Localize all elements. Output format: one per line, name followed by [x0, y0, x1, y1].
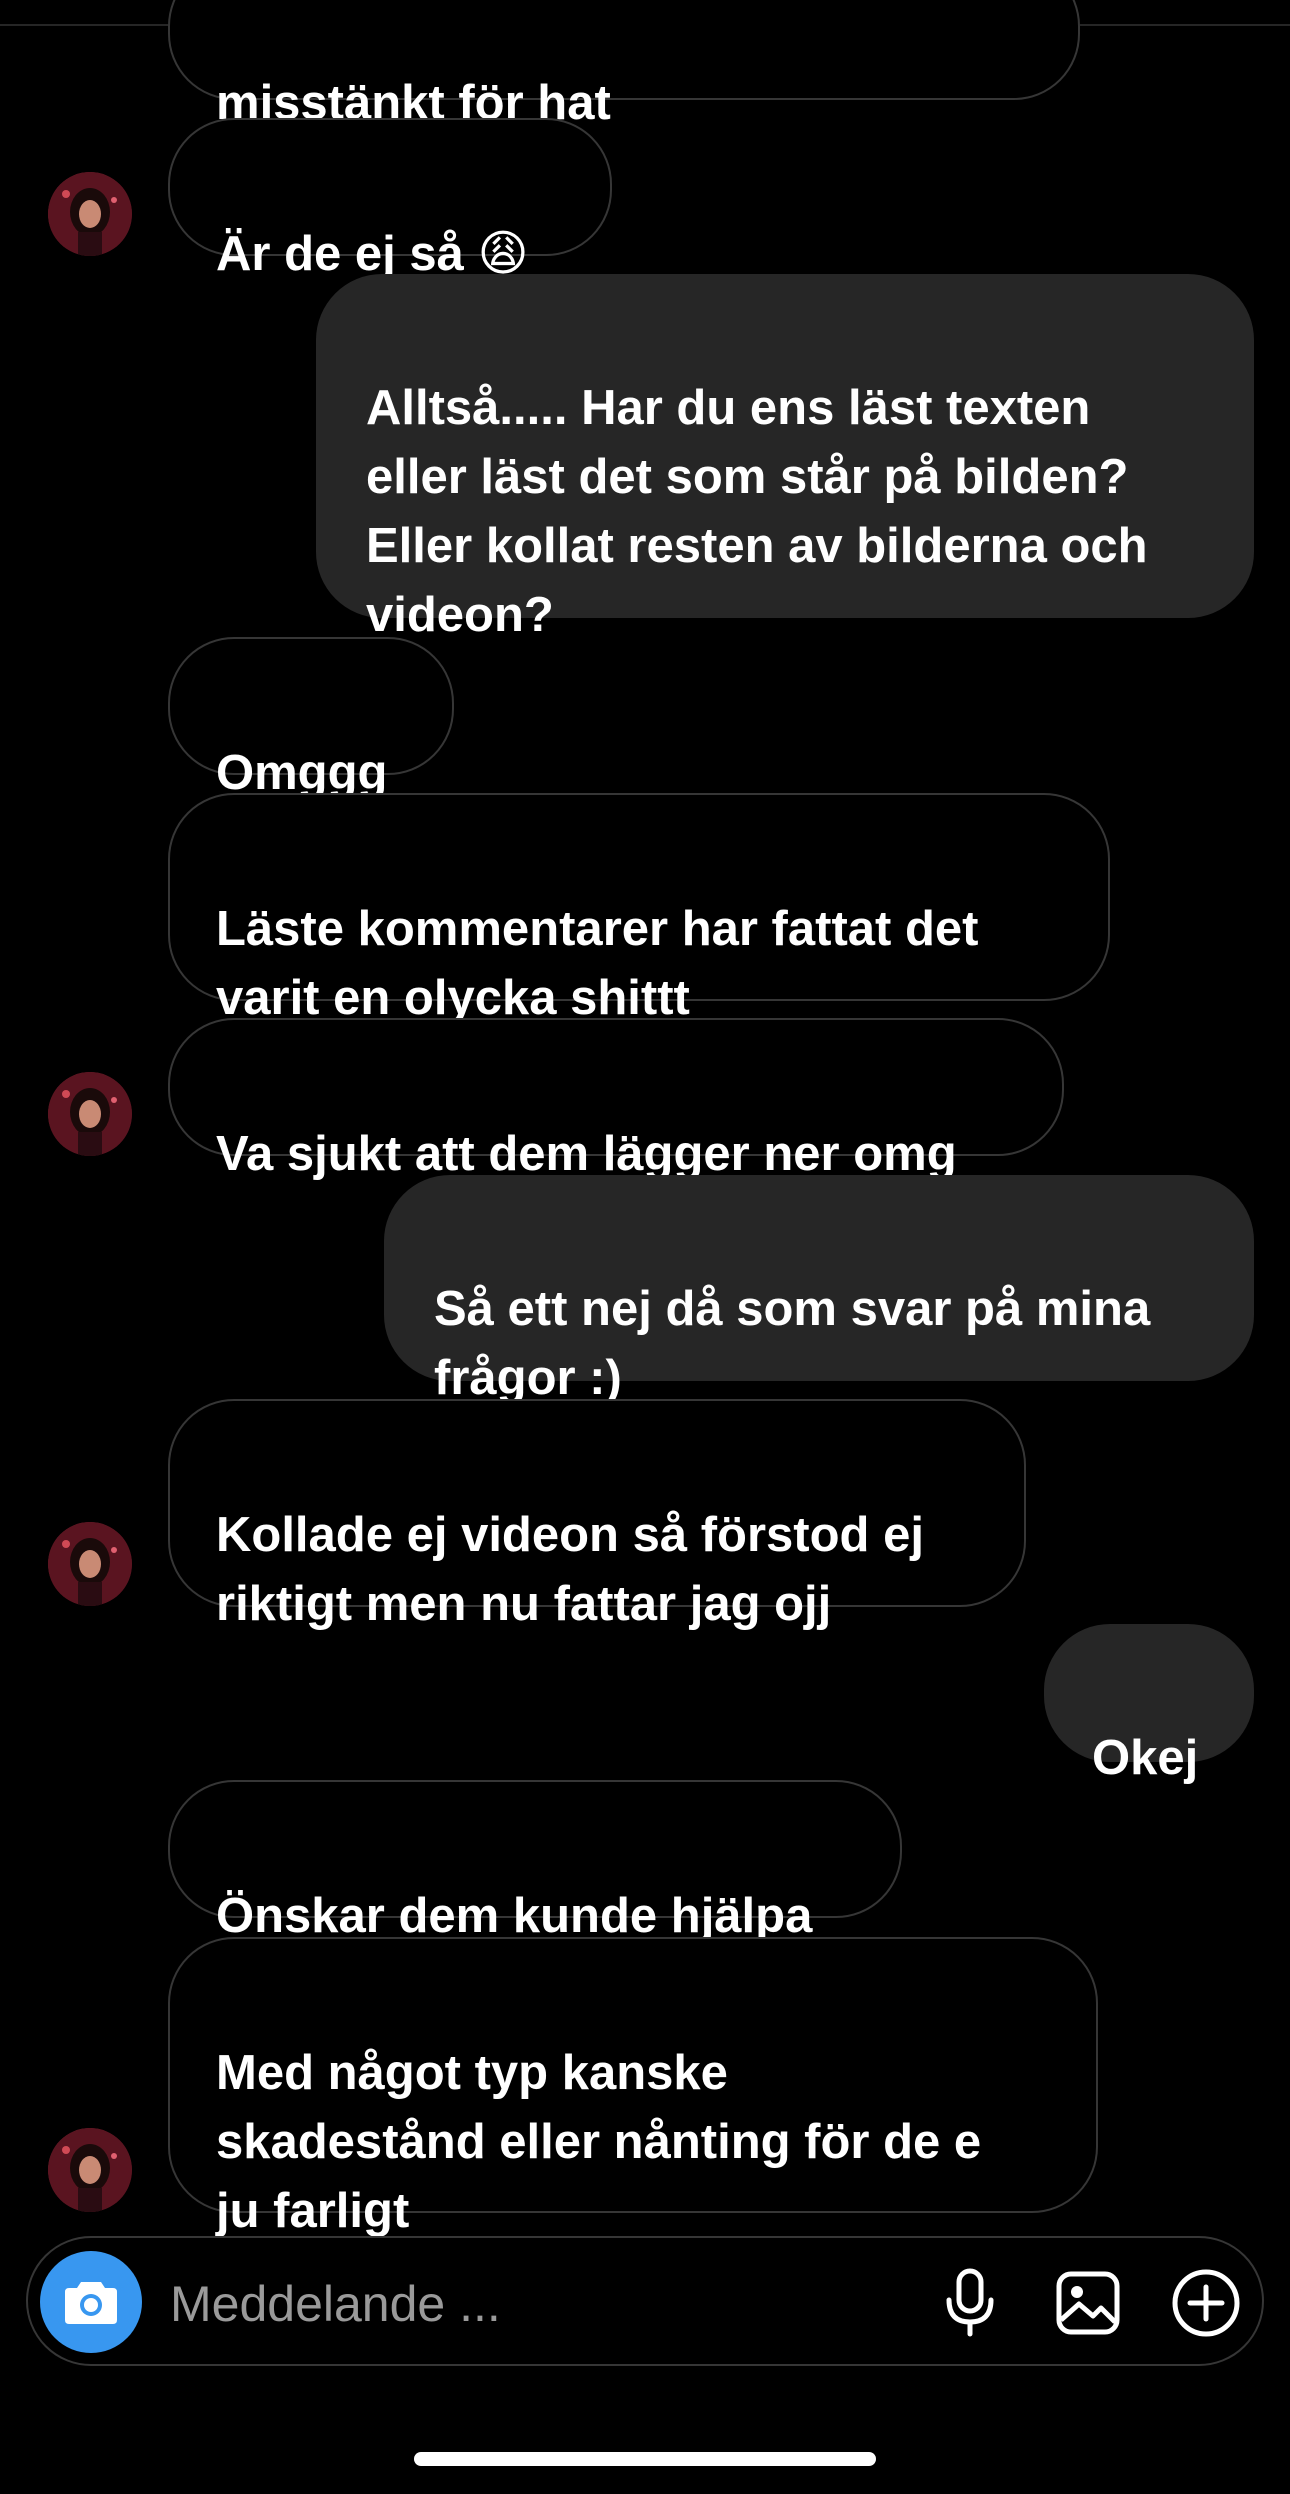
message-text: Med något typ kanske skadestånd eller nå… [216, 2046, 982, 2238]
message-incoming[interactable]: Läste kommentarer har fattat det varit e… [168, 793, 1110, 1025]
message-incoming[interactable]: misstänkt för hat [168, 0, 1080, 130]
message-incoming[interactable]: Önskar dem kunde hjälpa [168, 1780, 902, 1943]
gallery-icon [1056, 2271, 1120, 2335]
message-text: Önskar dem kunde hjälpa [216, 1889, 813, 1943]
avatar-image [48, 1522, 132, 1606]
message-text: Läste kommentarer har fattat det varit e… [216, 902, 979, 1025]
contact-avatar[interactable] [48, 1522, 132, 1606]
avatar-image [48, 172, 132, 256]
contact-avatar[interactable] [48, 2128, 132, 2212]
message-incoming[interactable]: Är de ej så 😩 [168, 118, 612, 281]
contact-avatar[interactable] [48, 172, 132, 256]
message-outgoing[interactable]: Alltså..... Har du ens läst texten eller… [316, 274, 1254, 642]
avatar-image [48, 2128, 132, 2212]
home-indicator[interactable] [414, 2452, 876, 2466]
message-incoming[interactable]: Omggg [168, 637, 454, 800]
message-incoming[interactable]: Med något typ kanske skadestånd eller nå… [168, 1937, 1098, 2238]
gallery-button[interactable] [1046, 2261, 1130, 2345]
microphone-button[interactable] [928, 2261, 1012, 2345]
message-incoming[interactable]: Kollade ej videon så förstod ej riktigt … [168, 1399, 1026, 1631]
message-text: Alltså..... Har du ens läst texten eller… [366, 381, 1148, 642]
contact-avatar[interactable] [48, 1072, 132, 1156]
message-text: Kollade ej videon så förstod ej riktigt … [216, 1508, 924, 1631]
avatar-image [48, 1072, 132, 1156]
camera-icon [65, 2282, 117, 2324]
message-text: Omggg [216, 746, 388, 800]
message-text: Va sjukt att dem lägger ner omg [216, 1127, 957, 1181]
message-outgoing[interactable]: Okej [1044, 1624, 1254, 1785]
message-composer [26, 2236, 1264, 2366]
message-text: Så ett nej då som svar på mina frågor :) [434, 1282, 1151, 1405]
message-outgoing[interactable]: Så ett nej då som svar på mina frågor :) [384, 1175, 1254, 1405]
camera-button[interactable] [40, 2251, 142, 2353]
message-incoming[interactable]: Va sjukt att dem lägger ner omg [168, 1018, 1064, 1181]
add-button[interactable] [1164, 2261, 1248, 2345]
microphone-icon [946, 2268, 994, 2337]
message-text: Okej [1092, 1731, 1199, 1785]
message-input[interactable] [168, 2268, 772, 2340]
plus-circle-icon [1172, 2269, 1240, 2337]
message-text: Är de ej så 😩 [216, 227, 529, 281]
